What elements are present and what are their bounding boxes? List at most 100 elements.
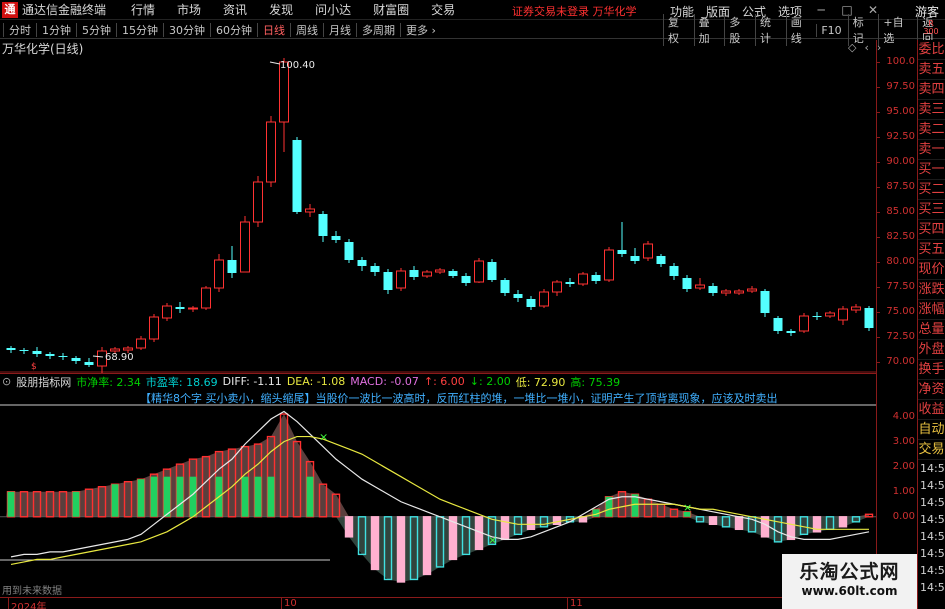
macd-bar-negative <box>370 516 380 571</box>
candle-body <box>279 61 289 123</box>
quote-sidebar: 委比 卖五 卖四 卖三 卖二 卖一 买一 买二 买三 买四 买五 现价 涨跌 涨幅 总量 外盘 换手 净资 收益 自动… <box>917 40 945 609</box>
macd-bar-negative <box>721 516 731 528</box>
expand-icon[interactable]: ⊙ <box>2 375 11 388</box>
sidebar-item[interactable]: 卖四 <box>918 80 945 100</box>
macd-bar-negative <box>474 516 484 551</box>
price-tick <box>876 337 880 338</box>
indicator-dea: DEA: -1.08 <box>286 375 346 388</box>
macd-bar-positive <box>136 478 146 518</box>
candle-body <box>487 262 497 280</box>
candle-body <box>175 307 185 309</box>
macd-bar-positive <box>45 491 55 518</box>
candle-body <box>669 266 679 276</box>
macd-bar-negative <box>812 516 822 533</box>
signal-bar <box>111 484 119 517</box>
indicator-name: 股朋指标网 <box>16 375 72 389</box>
brand-url: www.60lt.com <box>801 584 898 598</box>
candlestick-chart[interactable]: 100.40 68.90 $ <box>0 0 876 375</box>
macd-bar-negative <box>851 516 861 523</box>
sidebar-item[interactable]: 买三 <box>918 200 945 220</box>
price-tick <box>876 162 880 163</box>
time-entry: 14:5 <box>920 496 945 509</box>
high-label: 100.40 <box>280 60 315 71</box>
candle-body <box>84 362 94 365</box>
sidebar-item[interactable]: 买五 <box>918 240 945 260</box>
date-tick-label: 11 <box>567 598 583 609</box>
price-tick <box>876 212 880 213</box>
macd-bar-positive <box>305 460 315 518</box>
candle-body <box>331 236 341 240</box>
candle-body <box>578 273 588 285</box>
time-entry: 14:5 <box>920 547 945 560</box>
cross-marker: × <box>683 501 692 514</box>
cross-marker: × <box>488 533 497 546</box>
macd-bar-negative <box>396 516 406 583</box>
candle-body <box>45 354 55 356</box>
signal-bar <box>241 476 249 517</box>
candle-body <box>851 306 861 311</box>
macd-bar-positive <box>656 503 666 518</box>
candle-body <box>318 214 328 236</box>
candle-body <box>32 351 42 354</box>
sidebar-item[interactable]: 卖一 <box>918 140 945 160</box>
sidebar-item[interactable]: 涨幅 <box>918 300 945 320</box>
sidebar-item[interactable]: 卖二 <box>918 120 945 140</box>
sidebar-item[interactable]: 外盘 <box>918 340 945 360</box>
macd-bar-positive <box>149 473 159 518</box>
macd-bar-negative <box>786 516 796 541</box>
macd-bar-negative <box>825 516 835 531</box>
macd-bar-negative <box>578 516 588 523</box>
candle-body <box>435 269 445 273</box>
candle-body <box>565 282 575 284</box>
signal-bar <box>189 476 197 517</box>
candle-body <box>214 259 224 289</box>
candle-body <box>149 316 159 340</box>
candle-body <box>6 348 16 350</box>
sidebar-item[interactable]: 收益 <box>918 400 945 420</box>
indicator-note: 【精华8个字 买小卖小，缩头缩尾】当股价一波比一波高时，反而红柱的堆，一堆比一堆… <box>140 392 778 405</box>
macd-bar-positive <box>864 513 874 518</box>
sidebar-item[interactable]: 总量 <box>918 320 945 340</box>
corner-indicator: R 300 <box>917 20 945 36</box>
sidebar-item[interactable]: 买四 <box>918 220 945 240</box>
candle-body <box>344 242 354 260</box>
candle-body <box>513 294 523 298</box>
time-entry: 14:5 <box>920 513 945 526</box>
indicator-macd: MACD: -0.07 <box>350 375 419 388</box>
macd-bar-positive <box>604 496 614 518</box>
candle-body <box>162 305 172 319</box>
dea-line <box>10 435 869 566</box>
sidebar-item[interactable]: 涨跌 <box>918 280 945 300</box>
price-tick-label: 70.00 <box>886 356 915 367</box>
macd-bar-positive <box>253 443 263 518</box>
price-tick-label: 90.00 <box>886 156 915 167</box>
macd-bar-positive <box>331 493 341 518</box>
macd-bar-negative <box>435 516 445 568</box>
sidebar-item[interactable]: 委比 <box>918 40 945 60</box>
macd-bar-positive <box>19 491 29 518</box>
signal-bar <box>267 476 275 517</box>
macd-bar-negative <box>565 516 575 523</box>
indicator-tick-label: 0.00 <box>892 510 915 522</box>
sidebar-item[interactable]: 现价 <box>918 260 945 280</box>
candle-body <box>656 256 666 264</box>
sidebar-auto-label[interactable]: 自动 <box>918 420 945 440</box>
signal-bar <box>137 479 145 517</box>
candle-body <box>552 281 562 293</box>
macd-bar-negative <box>552 516 562 526</box>
indicator-tick-label: 1.00 <box>892 485 915 497</box>
signal-bar <box>72 491 80 517</box>
sidebar-item[interactable]: 买一 <box>918 160 945 180</box>
sidebar-item[interactable]: 净资 <box>918 380 945 400</box>
sidebar-item[interactable]: 买二 <box>918 180 945 200</box>
sidebar-trade-label[interactable]: 交易 <box>918 440 945 460</box>
macd-bar-positive <box>617 491 627 518</box>
time-entry: 14:5 <box>920 462 945 475</box>
sidebar-item[interactable]: 卖五 <box>918 60 945 80</box>
macd-bar-negative <box>526 516 536 531</box>
candle-body <box>864 308 874 328</box>
price-tick <box>876 62 880 63</box>
date-tick-label: 2024年 <box>8 598 46 609</box>
sidebar-item[interactable]: 换手 <box>918 360 945 380</box>
sidebar-item[interactable]: 卖三 <box>918 100 945 120</box>
